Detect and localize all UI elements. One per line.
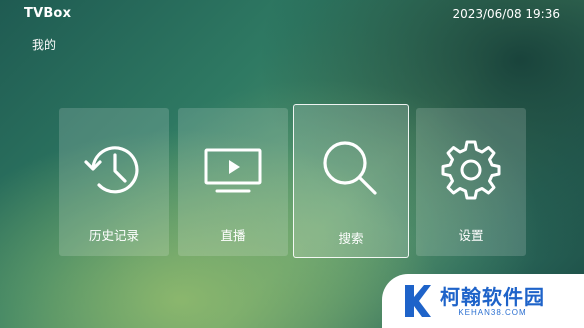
tv-play-icon [204, 148, 262, 193]
search-tile[interactable]: 搜索 [293, 104, 409, 258]
gear-icon [441, 140, 501, 200]
history-icon [84, 146, 139, 194]
history-label: 历史记录 [88, 228, 139, 243]
watermark-url: KEHAN38.COM [458, 307, 527, 317]
watermark-logo: 柯翰软件园 KEHAN38.COM [382, 274, 584, 328]
live-label: 直播 [220, 228, 246, 243]
watermark-k-icon [405, 285, 431, 317]
history-tile[interactable]: 历史记录 [59, 108, 169, 256]
watermark-name: 柯翰软件园 [440, 284, 545, 309]
live-tile[interactable]: 直播 [178, 108, 288, 256]
search-icon [323, 141, 377, 195]
search-label: 搜索 [338, 231, 364, 246]
settings-tile[interactable]: 设置 [416, 108, 526, 256]
settings-label: 设置 [458, 228, 484, 243]
